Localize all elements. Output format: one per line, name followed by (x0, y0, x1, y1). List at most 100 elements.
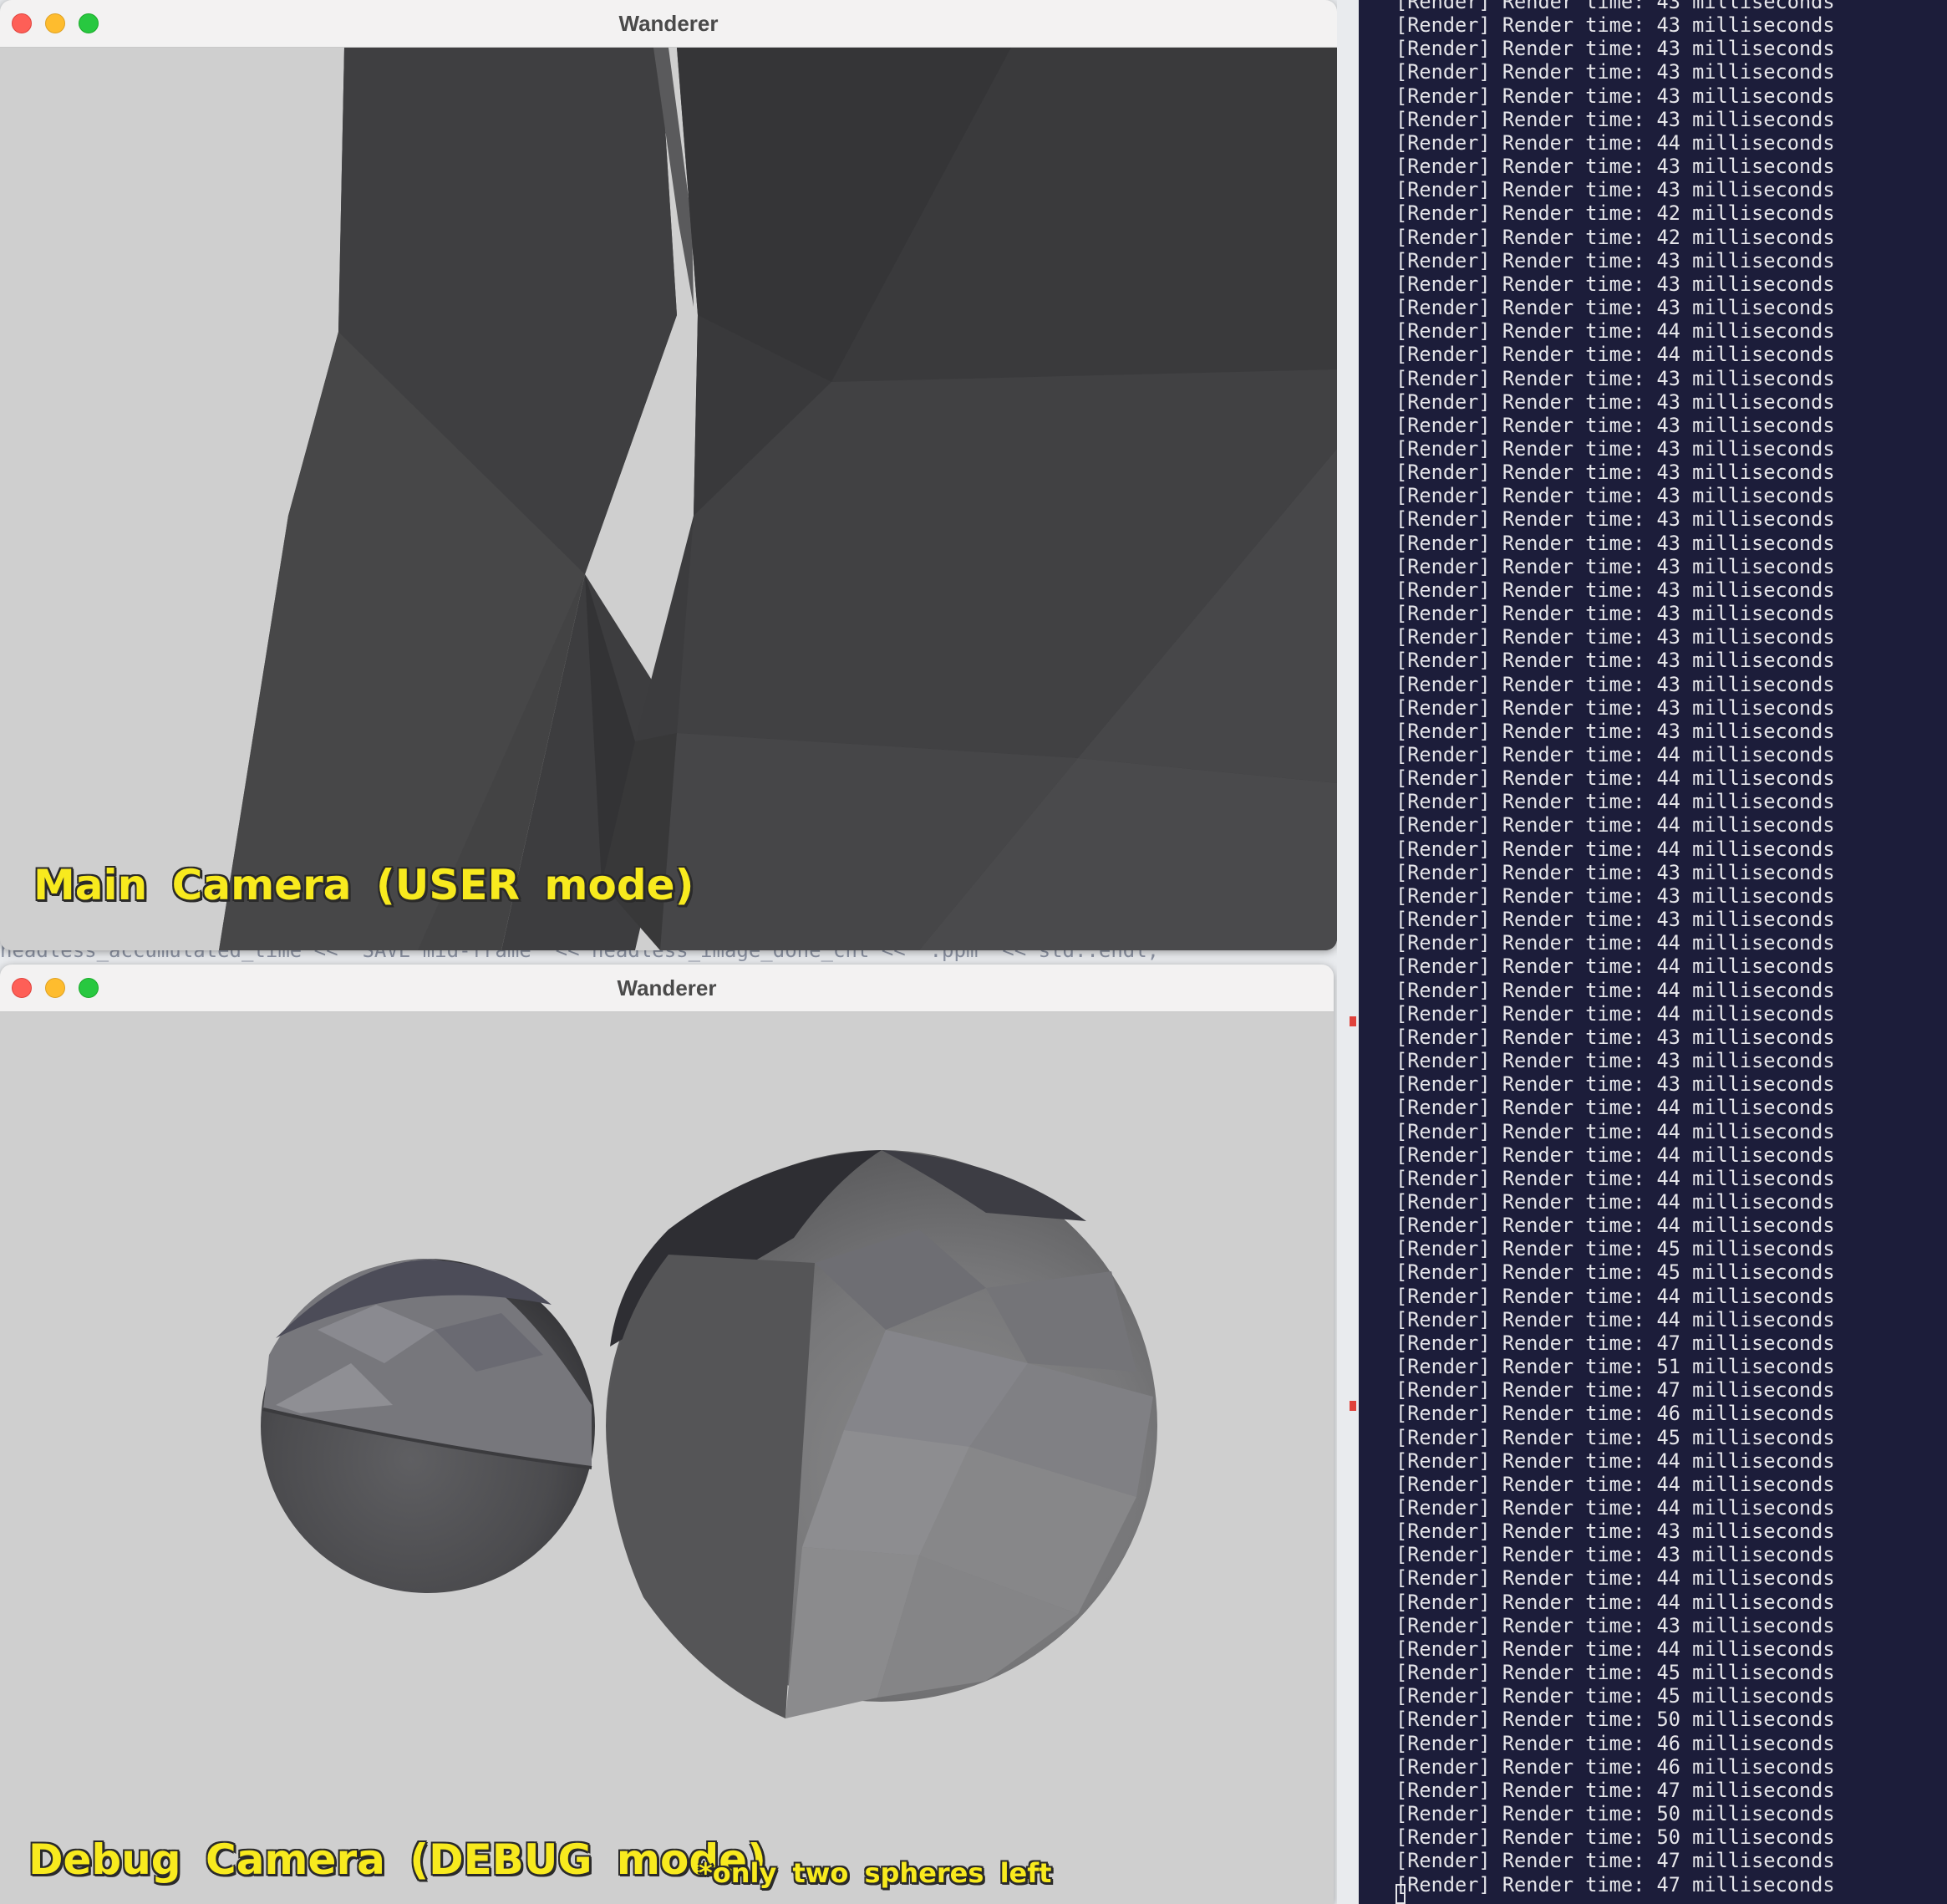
log-line: [Render] Render time: 43 milliseconds (1395, 37, 1835, 61)
log-line: [Render] Render time: 43 milliseconds (1395, 672, 1835, 696)
log-line: [Render] Render time: 44 milliseconds (1395, 1119, 1835, 1143)
log-line: [Render] Render time: 44 milliseconds (1395, 130, 1835, 155)
log-line: [Render] Render time: 43 milliseconds (1395, 13, 1835, 38)
log-line: [Render] Render time: 43 milliseconds (1395, 908, 1835, 932)
log-line: [Render] Render time: 44 milliseconds (1395, 1143, 1835, 1167)
small-sphere (261, 1259, 595, 1593)
log-line: [Render] Render time: 44 milliseconds (1395, 1637, 1835, 1661)
debug-camera-label: Debug Camera (DEBUG mode) (28, 1835, 766, 1884)
log-line: [Render] Render time: 43 milliseconds (1395, 602, 1835, 626)
log-line: [Render] Render time: 43 milliseconds (1395, 578, 1835, 602)
debug-camera-viewport[interactable] (0, 1012, 1334, 1904)
log-line: [Render] Render time: 43 milliseconds (1395, 719, 1835, 743)
log-line: [Render] Render time: 44 milliseconds (1395, 1284, 1835, 1308)
main-camera-label: Main Camera (USER mode) (33, 861, 694, 909)
log-line: [Render] Render time: 44 milliseconds (1395, 1566, 1835, 1591)
log-line: [Render] Render time: 43 milliseconds (1395, 484, 1835, 508)
log-line: [Render] Render time: 45 milliseconds (1395, 1237, 1835, 1261)
log-line: [Render] Render time: 43 milliseconds (1395, 531, 1835, 555)
log-line: [Render] Render time: 43 milliseconds (1395, 695, 1835, 720)
terminal-pane[interactable]: [Render] Render time: 43 milliseconds [Re… (1359, 0, 1947, 1904)
log-line: [Render] Render time: 43 milliseconds (1395, 461, 1835, 485)
log-line: [Render] Render time: 43 milliseconds (1395, 1049, 1835, 1073)
debug-camera-render (0, 1012, 1334, 1904)
log-line: [Render] Render time: 42 milliseconds (1395, 201, 1835, 226)
main-window-titlebar[interactable]: Wanderer (0, 0, 1337, 48)
log-line: [Render] Render time: 43 milliseconds (1395, 1072, 1835, 1097)
log-line: [Render] Render time: 44 milliseconds (1395, 955, 1835, 979)
log-line: [Render] Render time: 44 milliseconds (1395, 319, 1835, 344)
log-line: [Render] Render time: 50 milliseconds (1395, 1708, 1835, 1732)
log-line: [Render] Render time: 43 milliseconds (1395, 883, 1835, 908)
log-line: [Render] Render time: 47 milliseconds (1395, 1849, 1835, 1873)
log-line: [Render] Render time: 44 milliseconds (1395, 978, 1835, 1002)
log-line: [Render] Render time: 50 milliseconds (1395, 1825, 1835, 1850)
log-line: [Render] Render time: 43 milliseconds (1395, 272, 1835, 296)
terminal-cursor (1395, 1884, 1406, 1904)
log-line: [Render] Render time: 43 milliseconds (1395, 248, 1835, 272)
log-line: [Render] Render time: 43 milliseconds (1395, 1025, 1835, 1049)
main-camera-render (0, 48, 1337, 950)
log-line: [Render] Render time: 43 milliseconds (1395, 625, 1835, 649)
log-line: [Render] Render time: 44 milliseconds (1395, 743, 1835, 766)
log-line: [Render] Render time: 46 milliseconds (1395, 1402, 1835, 1426)
log-line: [Render] Render time: 44 milliseconds (1395, 813, 1835, 837)
editor-marker (1350, 1016, 1356, 1026)
log-line: [Render] Render time: 47 milliseconds (1395, 1378, 1835, 1403)
log-line: [Render] Render time: 46 milliseconds (1395, 1731, 1835, 1755)
debug-window-titlebar[interactable]: Wanderer (0, 965, 1334, 1012)
log-line: [Render] Render time: 44 milliseconds (1395, 1307, 1835, 1331)
log-line: [Render] Render time: 45 milliseconds (1395, 1425, 1835, 1449)
log-line: [Render] Render time: 50 milliseconds (1395, 1802, 1835, 1826)
log-line: [Render] Render time: 44 milliseconds (1395, 766, 1835, 791)
log-line: [Render] Render time: 43 milliseconds (1395, 436, 1835, 461)
log-line: [Render] Render time: 47 milliseconds (1395, 1331, 1835, 1355)
log-line: [Render] Render time: 43 milliseconds (1395, 366, 1835, 390)
main-camera-window[interactable]: Wanderer Main Camera (USER mode) (0, 0, 1337, 950)
log-line: [Render] Render time: 45 milliseconds (1395, 1661, 1835, 1685)
log-line: [Render] Render time: 45 milliseconds (1395, 1260, 1835, 1285)
log-line: [Render] Render time: 44 milliseconds (1395, 1214, 1835, 1238)
log-line: [Render] Render time: 43 milliseconds (1395, 389, 1835, 414)
log-line: [Render] Render time: 47 milliseconds (1395, 1778, 1835, 1802)
log-line: [Render] Render time: 45 milliseconds (1395, 1684, 1835, 1708)
log-line: [Render] Render time: 51 milliseconds (1395, 1355, 1835, 1379)
log-line: [Render] Render time: 44 milliseconds (1395, 1001, 1835, 1026)
log-line: [Render] Render time: 43 milliseconds (1395, 107, 1835, 131)
editor-marker (1350, 1401, 1356, 1411)
log-line: [Render] Render time: 44 milliseconds (1395, 1096, 1835, 1120)
log-line: [Render] Render time: 43 milliseconds (1395, 0, 1835, 13)
log-line: [Render] Render time: 43 milliseconds (1395, 155, 1835, 179)
debug-camera-window[interactable]: Wanderer Debug Camera (DEBUG mode) *only… (0, 965, 1334, 1904)
window-title: Wanderer (617, 975, 717, 1000)
log-line: [Render] Render time: 43 milliseconds (1395, 649, 1835, 673)
log-line: [Render] Render time: 44 milliseconds (1395, 1189, 1835, 1214)
log-line: [Render] Render time: 44 milliseconds (1395, 1448, 1835, 1473)
log-line: [Render] Render time: 44 milliseconds (1395, 343, 1835, 367)
log-line: [Render] Render time: 43 milliseconds (1395, 1613, 1835, 1637)
window-gap (1337, 0, 1359, 1904)
debug-camera-note: *only two spheres left (699, 1857, 1052, 1889)
log-line: [Render] Render time: 43 milliseconds (1395, 554, 1835, 578)
log-line: [Render] Render time: 47 milliseconds (1395, 1872, 1835, 1896)
log-line: [Render] Render time: 43 milliseconds (1395, 178, 1835, 202)
log-line: [Render] Render time: 44 milliseconds (1395, 1472, 1835, 1496)
main-camera-viewport[interactable] (0, 48, 1337, 950)
log-line: [Render] Render time: 43 milliseconds (1395, 860, 1835, 884)
log-line: [Render] Render time: 44 milliseconds (1395, 1590, 1835, 1614)
log-line: [Render] Render time: 44 milliseconds (1395, 790, 1835, 814)
log-line: [Render] Render time: 44 milliseconds (1395, 837, 1835, 861)
log-line: [Render] Render time: 43 milliseconds (1395, 1543, 1835, 1567)
log-line: [Render] Render time: 43 milliseconds (1395, 60, 1835, 84)
log-line: [Render] Render time: 43 milliseconds (1395, 413, 1835, 437)
log-line: [Render] Render time: 43 milliseconds (1395, 296, 1835, 320)
log-line: [Render] Render time: 42 milliseconds (1395, 225, 1835, 249)
log-line: [Render] Render time: 43 milliseconds (1395, 84, 1835, 108)
log-line: [Render] Render time: 46 milliseconds (1395, 1754, 1835, 1779)
render-log: [Render] Render time: 43 milliseconds [Re… (1395, 0, 1835, 1896)
log-line: [Render] Render time: 43 milliseconds (1395, 1520, 1835, 1544)
log-line: [Render] Render time: 43 milliseconds (1395, 507, 1835, 532)
log-line: [Render] Render time: 44 milliseconds (1395, 931, 1835, 955)
log-line: [Render] Render time: 44 milliseconds (1395, 1496, 1835, 1520)
window-title: Wanderer (618, 11, 719, 36)
